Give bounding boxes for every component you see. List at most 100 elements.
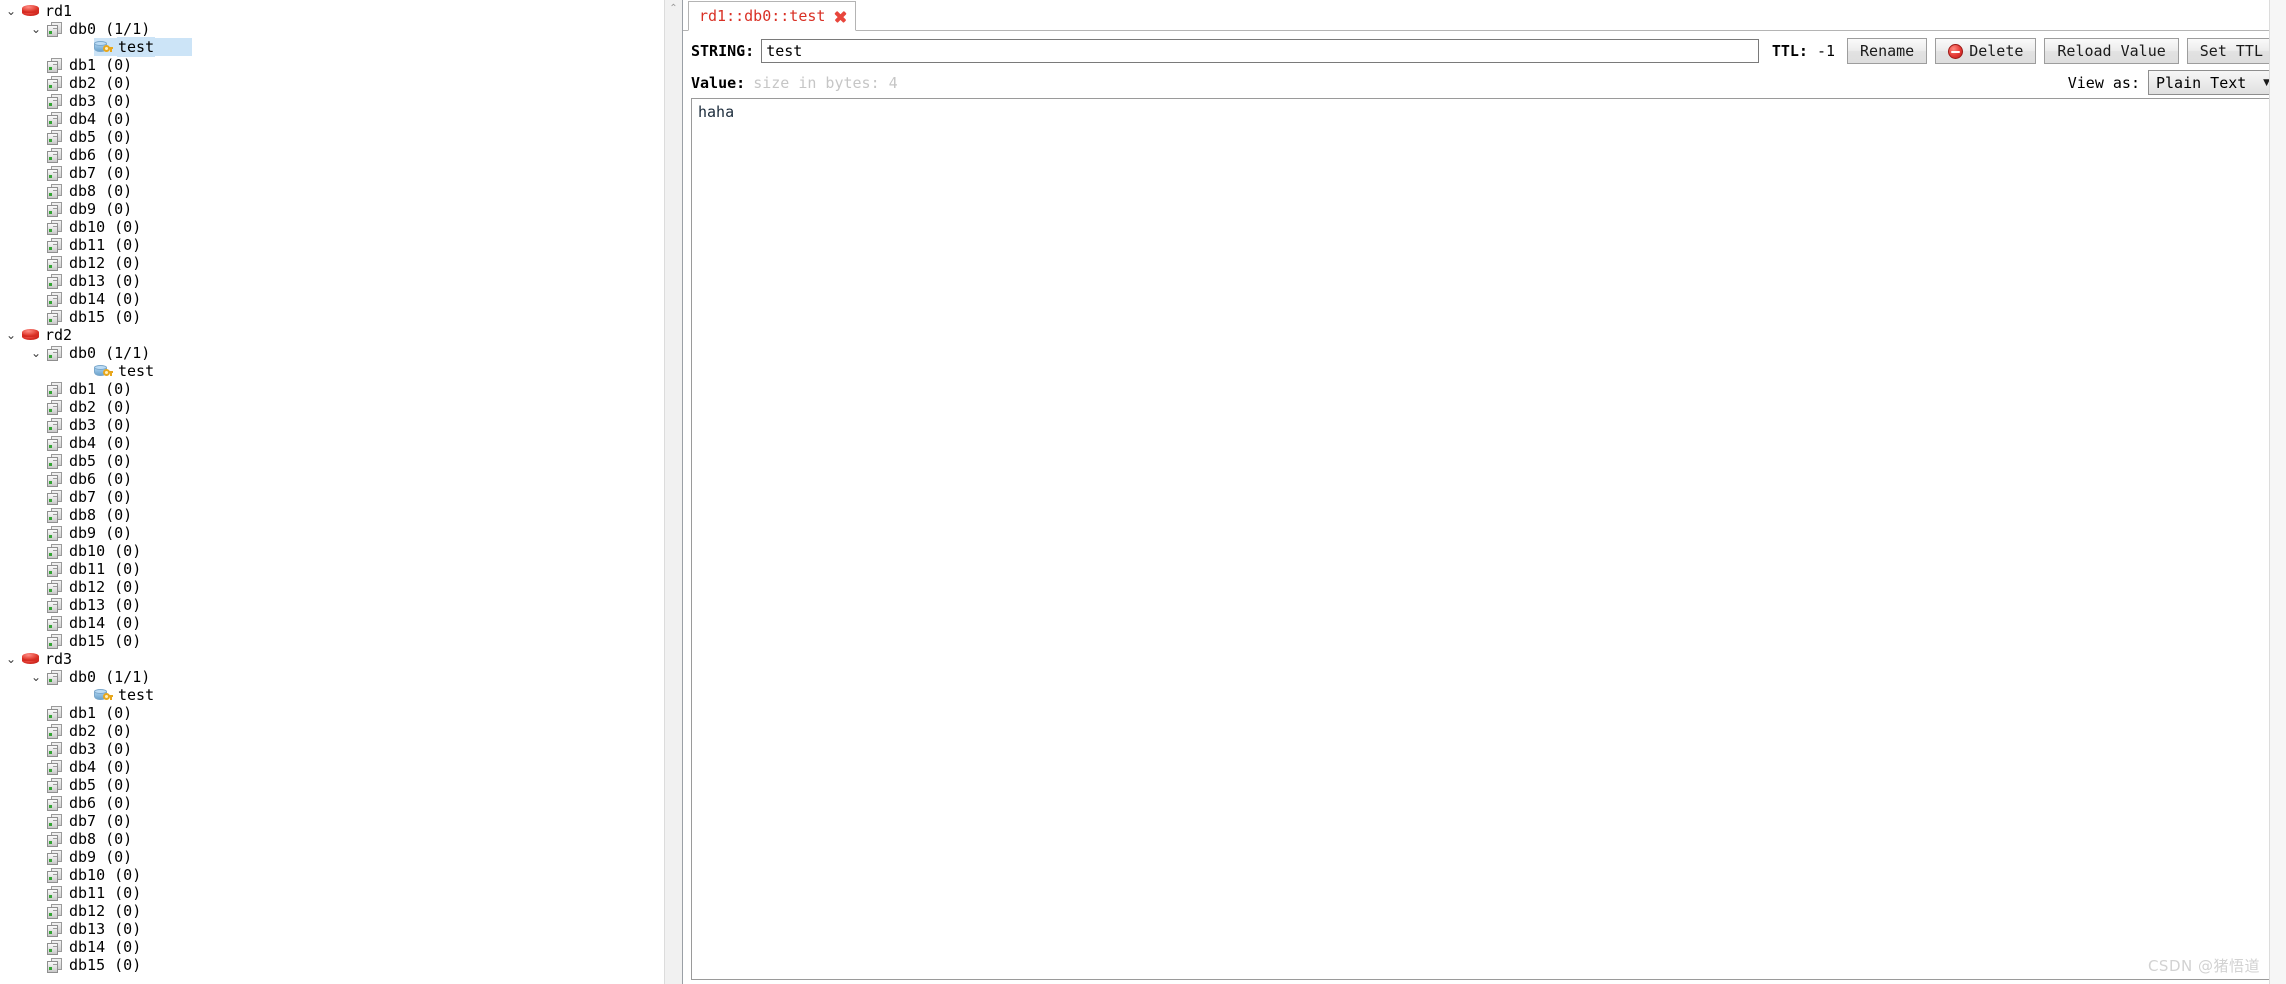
tree-db-rd3-db7[interactable]: ⌄db7 (0)	[0, 812, 664, 830]
tree-item-label: db8 (0)	[69, 506, 133, 524]
tree-db-rd1-db14[interactable]: ⌄db14 (0)	[0, 290, 664, 308]
tree-db-rd3-db4[interactable]: ⌄db4 (0)	[0, 758, 664, 776]
tab-rd1-db0-test[interactable]: rd1::db0::test	[688, 1, 857, 31]
database-icon	[47, 777, 63, 793]
view-as-dropdown[interactable]: Plain Text ▼	[2148, 70, 2276, 95]
tree-db-rd3-db14[interactable]: ⌄db14 (0)	[0, 938, 664, 956]
tree-db-rd1-db13[interactable]: ⌄db13 (0)	[0, 272, 664, 290]
tree-db-rd1-db9[interactable]: ⌄db9 (0)	[0, 200, 664, 218]
tree-db-rd1-db7[interactable]: ⌄db7 (0)	[0, 164, 664, 182]
tree-item-label: db9 (0)	[69, 848, 133, 866]
tree-item-label: db14 (0)	[69, 290, 142, 308]
tree-db-rd2-db5[interactable]: ⌄db5 (0)	[0, 452, 664, 470]
tree-db-rd1-db15[interactable]: ⌄db15 (0)	[0, 308, 664, 326]
database-icon	[47, 579, 63, 595]
tree-db-rd1-db6[interactable]: ⌄db6 (0)	[0, 146, 664, 164]
tree-db-rd2-db12[interactable]: ⌄db12 (0)	[0, 578, 664, 596]
tree-db-rd3-db8[interactable]: ⌄db8 (0)	[0, 830, 664, 848]
chevron-down-icon[interactable]: ⌄	[0, 2, 22, 20]
tree-db-rd3-db1[interactable]: ⌄db1 (0)	[0, 704, 664, 722]
tree-db-rd2-db0[interactable]: ⌄ db0 (1/1)	[0, 344, 664, 362]
tree-db-rd1-db4[interactable]: ⌄db4 (0)	[0, 110, 664, 128]
database-icon	[47, 849, 63, 865]
tree-db-rd2-db10[interactable]: ⌄db10 (0)	[0, 542, 664, 560]
tree-db-rd1-db10[interactable]: ⌄db10 (0)	[0, 218, 664, 236]
tree-item-label: test	[118, 362, 155, 380]
tab-bar: rd1::db0::test	[683, 0, 2286, 31]
tree-row-content: db12 (0)	[47, 902, 141, 920]
tree-db-rd2-db4[interactable]: ⌄db4 (0)	[0, 434, 664, 452]
tree-item-label: db5 (0)	[69, 452, 133, 470]
tree-db-rd1-db5[interactable]: ⌄db5 (0)	[0, 128, 664, 146]
watermark-text: CSDN @猪悟道	[2147, 957, 2260, 975]
tree-server-rd1[interactable]: ⌄ rd1	[0, 2, 664, 20]
tree-row-content: db15 (0)	[47, 956, 141, 974]
right-panel-vertical-scrollbar[interactable]	[2269, 0, 2286, 984]
tree-key-rd3-test[interactable]: ⌄test	[0, 686, 664, 704]
tree-db-rd3-db10[interactable]: ⌄db10 (0)	[0, 866, 664, 884]
tree-db-rd1-db12[interactable]: ⌄db12 (0)	[0, 254, 664, 272]
tree-db-rd2-db6[interactable]: ⌄db6 (0)	[0, 470, 664, 488]
tree-db-rd1-db8[interactable]: ⌄db8 (0)	[0, 182, 664, 200]
tree-key-rd1-test[interactable]: ⌄test	[0, 38, 664, 56]
tree-db-rd2-db2[interactable]: ⌄db2 (0)	[0, 398, 664, 416]
tree-item-label: db2 (0)	[69, 398, 133, 416]
tree-db-rd3-db15[interactable]: ⌄db15 (0)	[0, 956, 664, 974]
tree-row-content: db8 (0)	[47, 182, 132, 200]
database-icon	[47, 147, 63, 163]
reload-value-button[interactable]: Reload Value	[2044, 38, 2179, 64]
tree-db-rd1-db0[interactable]: ⌄ db0 (1/1)	[0, 20, 664, 38]
tree-db-rd2-db7[interactable]: ⌄db7 (0)	[0, 488, 664, 506]
tree-db-rd3-db12[interactable]: ⌄db12 (0)	[0, 902, 664, 920]
tree-row-content: db2 (0)	[47, 398, 132, 416]
tree-db-rd2-db9[interactable]: ⌄db9 (0)	[0, 524, 664, 542]
tree-db-rd3-db11[interactable]: ⌄db11 (0)	[0, 884, 664, 902]
tree-db-rd3-db5[interactable]: ⌄db5 (0)	[0, 776, 664, 794]
tree-db-rd3-db13[interactable]: ⌄db13 (0)	[0, 920, 664, 938]
tree-db-rd2-db1[interactable]: ⌄db1 (0)	[0, 380, 664, 398]
tree-db-rd2-db13[interactable]: ⌄db13 (0)	[0, 596, 664, 614]
tree-db-rd3-db0[interactable]: ⌄ db0 (1/1)	[0, 668, 664, 686]
tree-row-content: db3 (0)	[47, 416, 132, 434]
tree-db-rd2-db3[interactable]: ⌄db3 (0)	[0, 416, 664, 434]
scroll-up-arrow-icon[interactable]: ⌃	[665, 0, 682, 17]
database-icon	[47, 939, 63, 955]
tree-server-rd2[interactable]: ⌄ rd2	[0, 326, 664, 344]
delete-button[interactable]: Delete	[1935, 38, 2037, 64]
tree-server-rd3[interactable]: ⌄ rd3	[0, 650, 664, 668]
chevron-down-icon[interactable]: ⌄	[25, 20, 47, 38]
key-name-input[interactable]	[761, 39, 1759, 63]
ttl-label: TTL:	[1771, 42, 1808, 60]
tree-db-rd1-db2[interactable]: ⌄db2 (0)	[0, 74, 664, 92]
tree-db-rd1-db3[interactable]: ⌄db3 (0)	[0, 92, 664, 110]
tree-item-label: db2 (0)	[69, 722, 133, 740]
tree-row-content: db11 (0)	[47, 236, 141, 254]
value-text-editor[interactable]: haha	[691, 98, 2280, 980]
rename-button[interactable]: Rename	[1847, 38, 1928, 64]
chevron-down-icon[interactable]: ⌄	[25, 668, 47, 686]
tree-scroll-area[interactable]: ⌄rd1⌄db0 (1/1)⌄test⌄db1 (0)⌄db2 (0)⌄db3 …	[0, 0, 664, 984]
tree-db-rd3-db6[interactable]: ⌄db6 (0)	[0, 794, 664, 812]
tree-db-rd3-db3[interactable]: ⌄db3 (0)	[0, 740, 664, 758]
tree-db-rd2-db8[interactable]: ⌄db8 (0)	[0, 506, 664, 524]
tree-db-rd1-db1[interactable]: ⌄db1 (0)	[0, 56, 664, 74]
tree-row-content: db0 (1/1)	[47, 668, 150, 686]
chevron-down-icon[interactable]: ⌄	[25, 344, 47, 362]
close-icon[interactable]	[834, 10, 847, 23]
tree-db-rd2-db15[interactable]: ⌄db15 (0)	[0, 632, 664, 650]
tree-item-label: db11 (0)	[69, 884, 142, 902]
tree-key-rd2-test[interactable]: ⌄test	[0, 362, 664, 380]
chevron-down-icon[interactable]: ⌄	[0, 650, 22, 668]
tree-db-rd3-db2[interactable]: ⌄db2 (0)	[0, 722, 664, 740]
tree-db-rd3-db9[interactable]: ⌄db9 (0)	[0, 848, 664, 866]
tree-db-rd1-db11[interactable]: ⌄db11 (0)	[0, 236, 664, 254]
set-ttl-button[interactable]: Set TTL	[2186, 38, 2276, 64]
chevron-down-icon[interactable]: ⌄	[0, 326, 22, 344]
tree-db-rd2-db14[interactable]: ⌄db14 (0)	[0, 614, 664, 632]
tree-item-label: db1 (0)	[69, 704, 133, 722]
tree-vertical-scrollbar[interactable]: ⌃	[664, 0, 682, 984]
tree-item-label: db8 (0)	[69, 182, 133, 200]
tree-db-rd2-db11[interactable]: ⌄db11 (0)	[0, 560, 664, 578]
tree-item-label: db0 (1/1)	[69, 344, 151, 362]
database-icon	[47, 111, 63, 127]
